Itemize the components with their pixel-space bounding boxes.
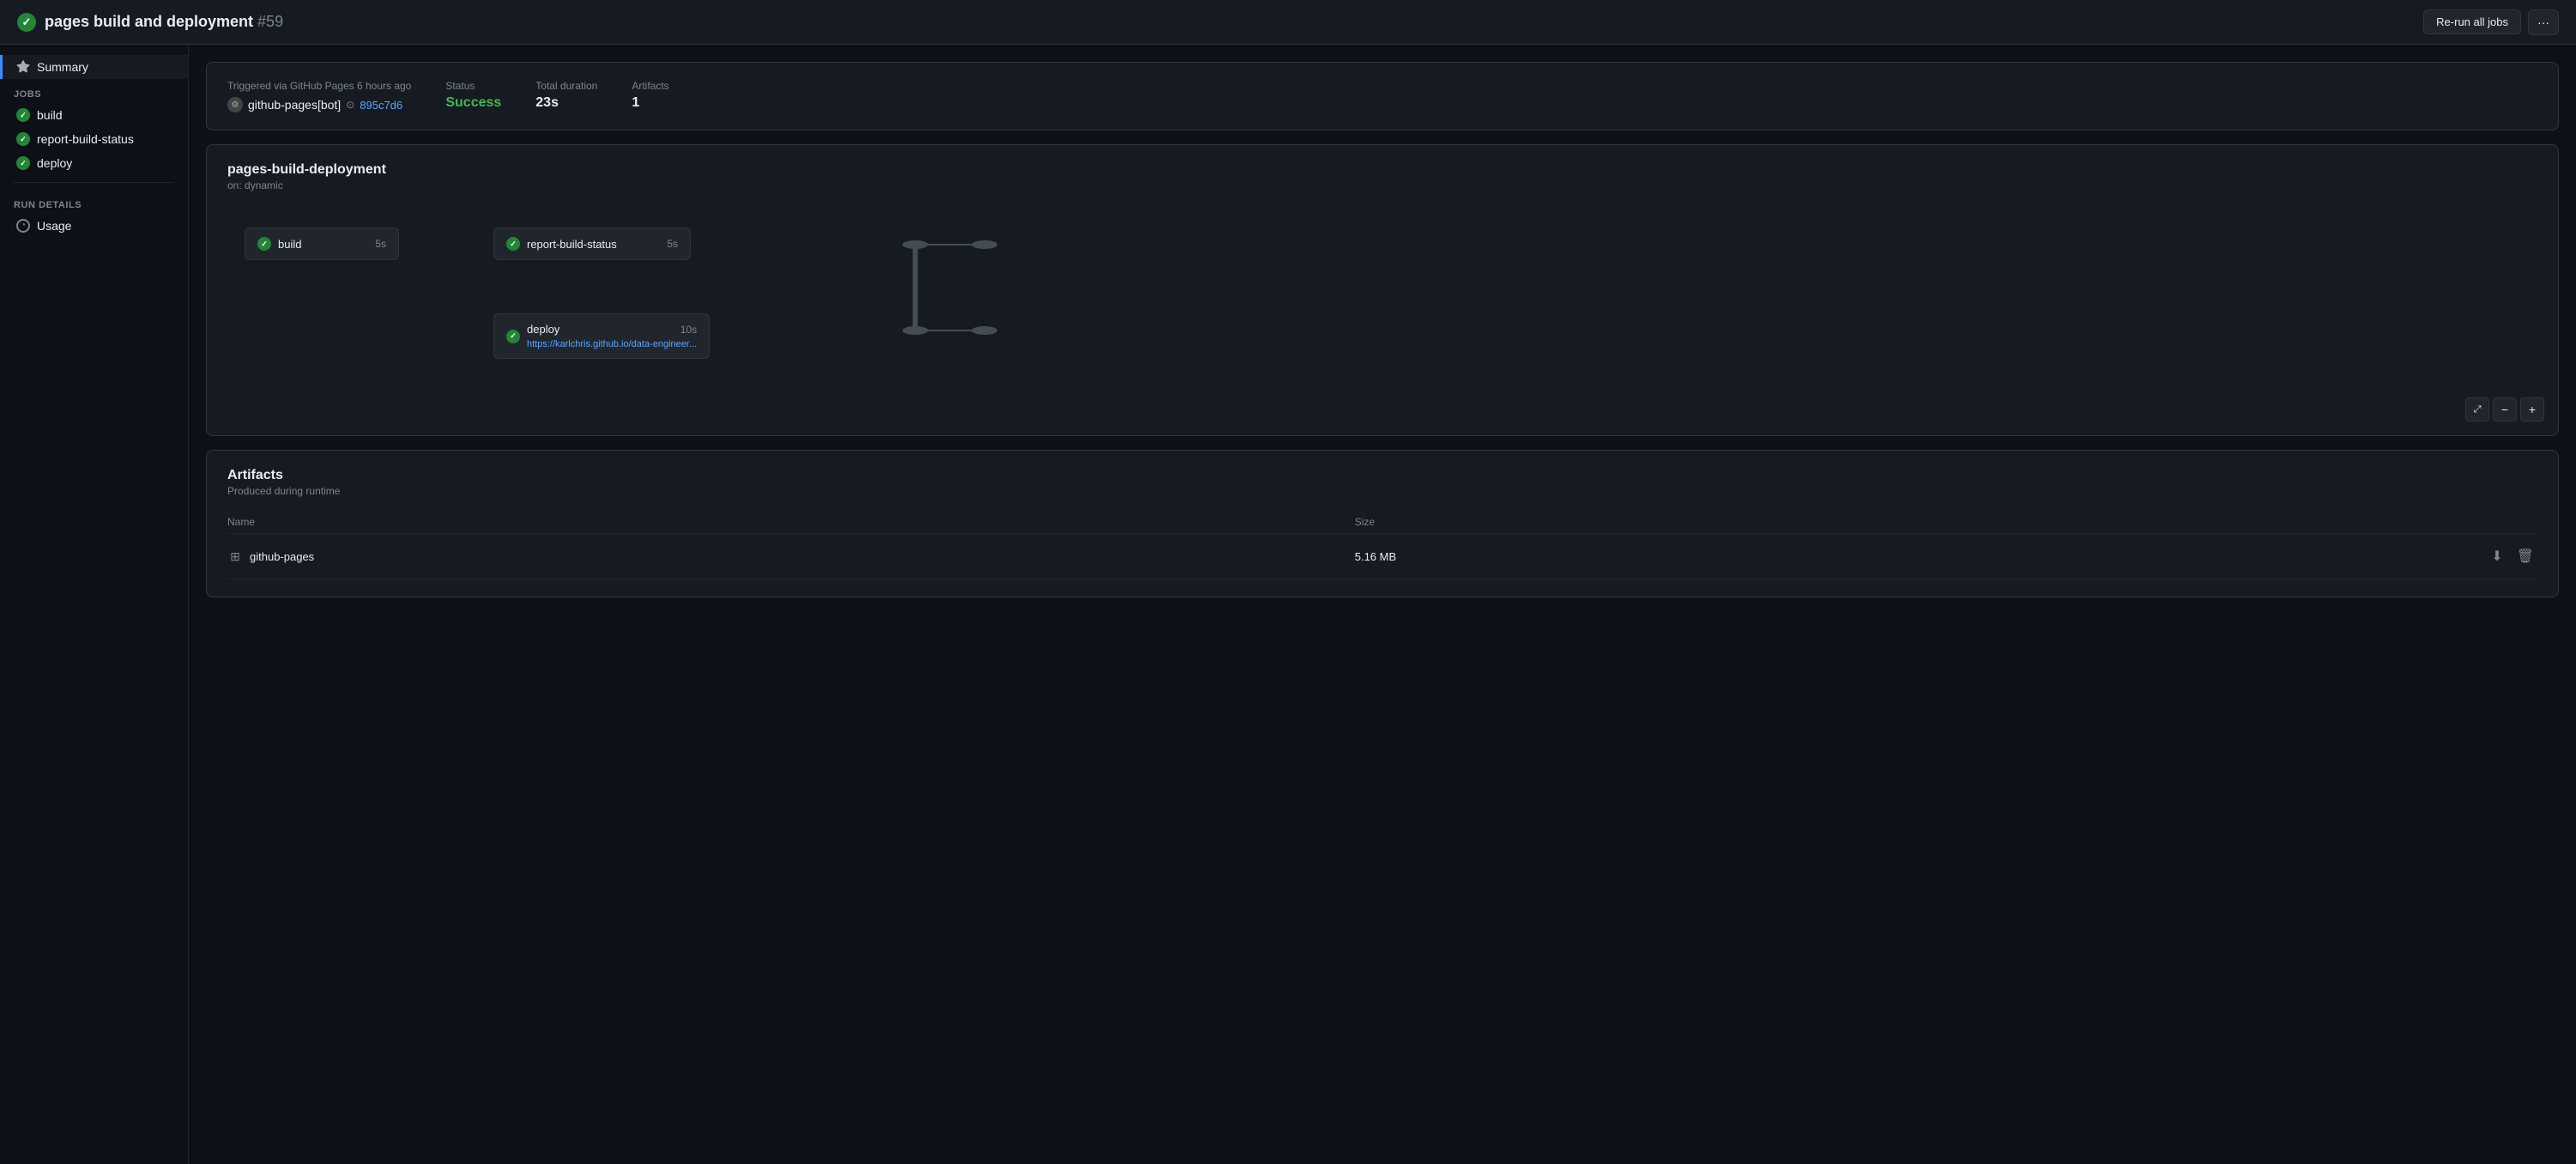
sidebar-item-usage[interactable]: Usage (0, 214, 188, 238)
artifact-name: github-pages (250, 550, 314, 563)
trigger-row: ⚙ github-pages[bot] ⊙ 895c7d6 (227, 97, 411, 112)
deploy-node-success-icon (506, 330, 520, 343)
job-node-build[interactable]: build 5s (245, 227, 399, 260)
workflow-success-icon (17, 13, 36, 32)
status-value: Success (445, 95, 501, 111)
report-node-label: report-build-status (527, 238, 660, 251)
artifact-icon: ⊞ (227, 549, 243, 564)
artifacts-col-name: Name (227, 511, 1355, 534)
deploy-node-duration: 10s (680, 324, 697, 336)
sidebar-usage-label: Usage (37, 219, 71, 233)
content-area: Triggered via GitHub Pages 6 hours ago ⚙… (189, 45, 2576, 1164)
artifact-size: 5.16 MB (1355, 534, 1895, 579)
artifact-actions: ⬇ 🗑 (1895, 544, 2538, 568)
report-node-duration: 5s (667, 238, 678, 250)
build-node-duration: 5s (375, 238, 386, 250)
build-node-success-icon (257, 237, 271, 251)
artifacts-count-label: Artifacts (632, 80, 668, 92)
top-bar: pages build and deployment #59 Re-run al… (0, 0, 2576, 45)
sidebar-divider (14, 182, 174, 183)
commit-hash: 895c7d6 (360, 99, 402, 112)
report-node-success-icon (506, 237, 520, 251)
artifact-row: ⊞ github-pages 5.16 MB ⬇ 🗑 (227, 534, 2537, 579)
artifacts-count-value: 1 (632, 95, 668, 111)
sidebar: Summary Jobs build report-build-status d… (0, 45, 189, 1164)
deploy-node-row: deploy 10s (527, 323, 697, 336)
status-section: Status Success (445, 80, 501, 111)
workflow-graph: build 5s report-build-status 5s (227, 212, 2537, 401)
sidebar-summary-label: Summary (37, 60, 88, 74)
top-bar-right: Re-run all jobs ··· (2423, 9, 2559, 35)
build-node-inner: build 5s (278, 238, 386, 251)
zoom-in-button[interactable]: + (2520, 397, 2544, 421)
report-node-inner: report-build-status 5s (527, 238, 678, 251)
artifacts-title: Artifacts (227, 468, 2537, 483)
rerun-all-jobs-button[interactable]: Re-run all jobs (2423, 9, 2521, 34)
report-node-row: report-build-status 5s (527, 238, 678, 251)
zoom-controls: ⤢ − + (2465, 397, 2544, 421)
artifacts-subtitle: Produced during runtime (227, 485, 2537, 497)
workflow-card: pages-build-deployment on: dynamic (206, 144, 2559, 436)
workflow-on-label: on: dynamic (227, 179, 2537, 191)
workflow-name: pages build and deployment (45, 13, 253, 30)
job-node-deploy[interactable]: deploy 10s https://karlchris.github.io/d… (493, 313, 710, 359)
usage-icon (16, 219, 30, 233)
bot-avatar: ⚙ (227, 97, 243, 112)
status-label: Status (445, 80, 501, 92)
build-node-label: build (278, 238, 368, 251)
duration-section: Total duration 23s (535, 80, 597, 111)
artifacts-col-size: Size (1355, 511, 1895, 534)
build-success-icon (16, 108, 30, 122)
zoom-out-button[interactable]: − (2493, 397, 2517, 421)
build-node-row: build 5s (278, 238, 386, 251)
sidebar-item-summary[interactable]: Summary (0, 55, 188, 79)
home-icon (16, 60, 30, 74)
main-layout: Summary Jobs build report-build-status d… (0, 45, 2576, 1164)
duration-value: 23s (535, 95, 597, 111)
fullscreen-button[interactable]: ⤢ (2465, 397, 2489, 421)
commit-connector-icon: ⊙ (346, 99, 354, 111)
sidebar-deploy-label: deploy (37, 156, 72, 170)
run-details-section-label: Run details (0, 190, 188, 214)
triggered-section: Triggered via GitHub Pages 6 hours ago ⚙… (227, 80, 411, 112)
sidebar-report-label: report-build-status (37, 132, 134, 146)
summary-card: Triggered via GitHub Pages 6 hours ago ⚙… (206, 62, 2559, 130)
jobs-section-label: Jobs (0, 79, 188, 103)
actor-name: github-pages[bot] (248, 98, 341, 112)
run-number: #59 (257, 13, 283, 30)
deploy-success-icon (16, 156, 30, 170)
artifact-name-cell: ⊞ github-pages (227, 549, 1355, 564)
duration-label: Total duration (535, 80, 597, 92)
deploy-node-url[interactable]: https://karlchris.github.io/data-enginee… (527, 339, 697, 349)
workflow-title: pages-build-deployment (227, 162, 2537, 178)
artifacts-card: Artifacts Produced during runtime Name S… (206, 450, 2559, 597)
page-title: pages build and deployment #59 (45, 13, 283, 31)
artifact-delete-button[interactable]: 🗑 (2513, 544, 2537, 568)
sidebar-item-report-build-status[interactable]: report-build-status (0, 127, 188, 151)
deploy-node-label: deploy (527, 323, 674, 336)
sidebar-item-deploy[interactable]: deploy (0, 151, 188, 175)
artifacts-table: Name Size ⊞ github-pages 5.16 MB (227, 511, 2537, 579)
sidebar-build-label: build (37, 108, 63, 122)
sidebar-item-build[interactable]: build (0, 103, 188, 127)
artifact-download-button[interactable]: ⬇ (2488, 544, 2506, 568)
deploy-node-inner: deploy 10s https://karlchris.github.io/d… (527, 323, 697, 349)
more-options-button[interactable]: ··· (2528, 9, 2559, 35)
report-success-icon (16, 132, 30, 146)
job-node-report[interactable]: report-build-status 5s (493, 227, 691, 260)
triggered-label: Triggered via GitHub Pages 6 hours ago (227, 80, 411, 92)
top-bar-left: pages build and deployment #59 (17, 13, 283, 32)
artifacts-count-section: Artifacts 1 (632, 80, 668, 111)
